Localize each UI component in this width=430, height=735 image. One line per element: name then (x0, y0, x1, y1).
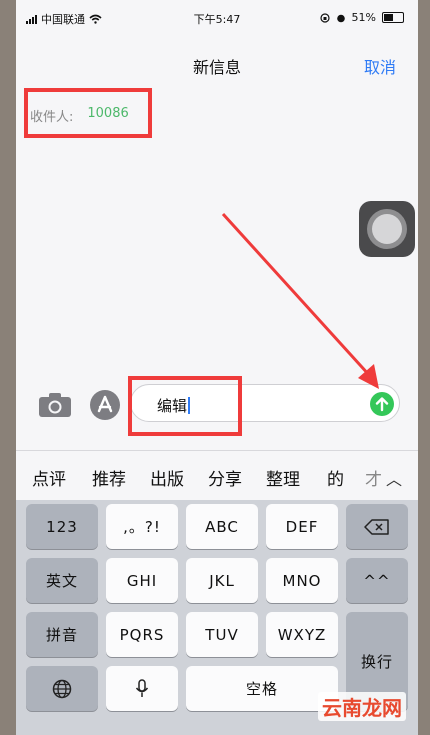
camera-icon[interactable] (38, 392, 72, 418)
space-key[interactable]: 空格 (186, 666, 338, 711)
candidate-word[interactable]: 整理 (266, 465, 300, 490)
key-punctuation[interactable]: ,。?! (106, 504, 178, 549)
status-bar: 中国联通 下午5:47 51% (16, 8, 418, 28)
key-pinyin[interactable]: 拼音 (26, 612, 98, 657)
microphone-icon (135, 678, 149, 697)
watermark: 云南龙网 (318, 692, 406, 721)
arrow-up-icon (375, 397, 389, 412)
delete-key[interactable] (346, 504, 408, 549)
candidate-word[interactable]: 分享 (208, 465, 242, 490)
orientation-lock-icon (319, 12, 330, 23)
page-title: 新信息 (192, 58, 241, 77)
key-def[interactable]: DEF (266, 504, 338, 549)
alarm-icon (336, 14, 345, 22)
status-right: 51% (319, 11, 404, 24)
cancel-button[interactable]: 取消 (364, 54, 396, 78)
app-store-icon[interactable] (90, 390, 120, 420)
recipient-highlight-box (24, 88, 152, 138)
key-pqrs[interactable]: PQRS (106, 612, 178, 657)
assistive-touch-inner-ring (372, 214, 402, 244)
key-wxyz[interactable]: WXYZ (266, 612, 338, 657)
send-button[interactable] (370, 392, 394, 416)
candidate-bar: 点评 推荐 出版 分享 整理 的 才 ︿ (16, 462, 418, 496)
candidate-word[interactable]: 才 (365, 465, 382, 490)
chevron-up-icon[interactable]: ︿ (386, 466, 402, 490)
key-abc[interactable]: ABC (186, 504, 258, 549)
assistive-touch-button[interactable] (359, 201, 415, 257)
key-mno[interactable]: MNO (266, 558, 338, 603)
candidate-word[interactable]: 的 (327, 465, 344, 490)
microphone-key[interactable] (106, 666, 178, 711)
divider (16, 450, 418, 451)
key-tuv[interactable]: TUV (186, 612, 258, 657)
key-jkl[interactable]: JKL (186, 558, 258, 603)
candidate-word[interactable]: 出版 (150, 465, 184, 490)
candidate-word[interactable]: 点评 (32, 465, 66, 490)
globe-key[interactable] (26, 666, 98, 711)
phone-screen: 中国联通 下午5:47 51% 新信息 取消 收件人: 10086 编辑 点评 … (16, 0, 418, 735)
key-123[interactable]: 123 (26, 504, 98, 549)
key-english[interactable]: 英文 (26, 558, 98, 603)
key-emoticon[interactable]: ^^ (346, 558, 408, 603)
key-ghi[interactable]: GHI (106, 558, 178, 603)
battery-percent: 51% (351, 11, 376, 24)
backspace-icon (364, 518, 389, 535)
candidate-word[interactable]: 推荐 (92, 465, 126, 490)
battery-icon (382, 12, 404, 23)
message-highlight-box (128, 376, 242, 436)
globe-icon (52, 679, 72, 698)
